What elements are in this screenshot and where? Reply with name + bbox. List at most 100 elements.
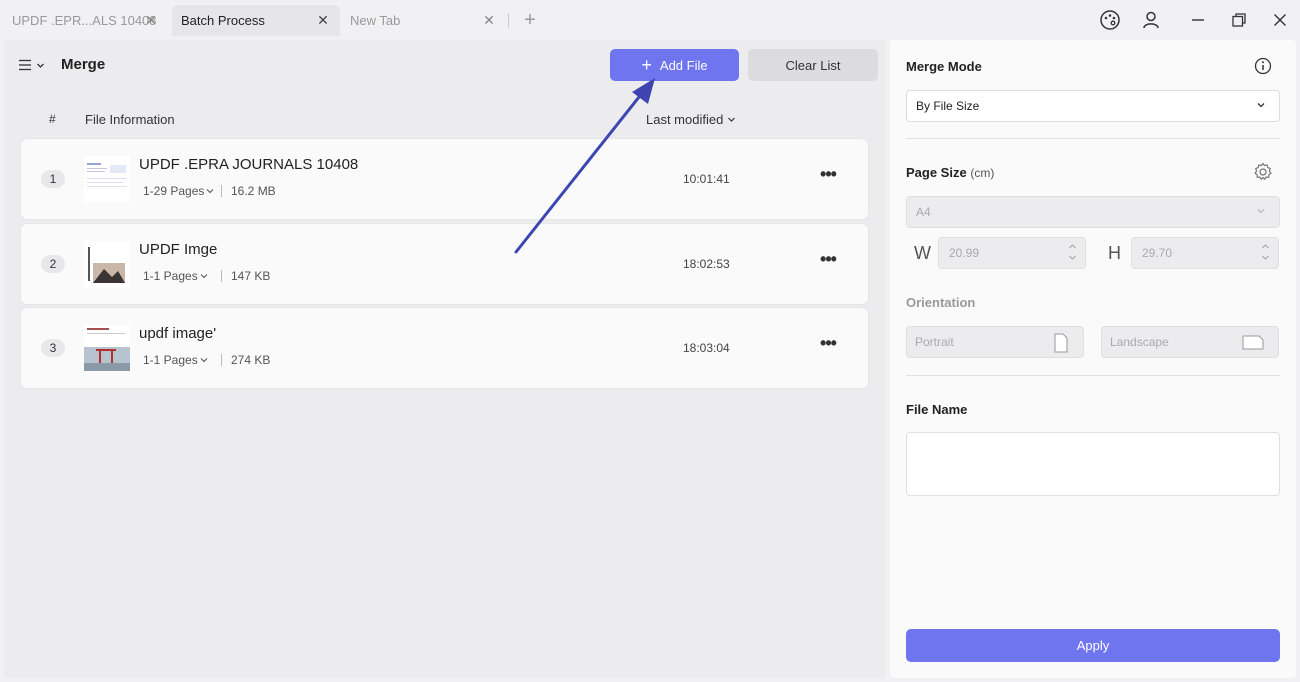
divider: [221, 354, 222, 366]
chevron-up-icon: [1069, 244, 1076, 249]
chevron-down-icon: [1069, 255, 1076, 260]
info-icon[interactable]: [1253, 56, 1273, 76]
restore-icon[interactable]: [1227, 8, 1251, 32]
chevron-down-icon: [37, 63, 44, 68]
height-stepper[interactable]: [1261, 243, 1270, 261]
divider: [906, 138, 1280, 139]
chevron-down-icon: [728, 117, 736, 122]
page-range-dropdown[interactable]: 1-1 Pages: [143, 353, 208, 367]
modified-time: 18:02:53: [683, 257, 730, 271]
file-name-input[interactable]: [906, 432, 1280, 496]
tab-label: Batch Process: [181, 13, 265, 28]
file-size: 16.2 MB: [231, 184, 276, 198]
page-range: 1-1 Pages: [143, 353, 198, 367]
file-size: 147 KB: [231, 269, 271, 283]
table-row[interactable]: 2 UPDF Imge 1-1 Pages 147 KB 18:02:53 ••…: [21, 224, 868, 304]
row-number: 1: [41, 170, 65, 188]
page-size-label: Page Size: [906, 165, 967, 180]
portrait-button[interactable]: Portrait: [906, 326, 1084, 358]
row-number: 2: [41, 255, 65, 273]
divider: [221, 185, 222, 197]
file-name: UPDF Imge: [139, 241, 218, 258]
merge-settings-panel: Merge Mode By File Size Page Size (cm) A…: [890, 40, 1296, 678]
height-value: 29.70: [1142, 246, 1173, 260]
chevron-down-icon: [1262, 255, 1269, 260]
width-stepper[interactable]: [1068, 243, 1077, 261]
chevron-down-icon: [1257, 103, 1265, 108]
new-tab-plus-icon[interactable]: +: [520, 10, 540, 30]
table-row[interactable]: 3 updf image' 1-1 Pages 274 KB 18:03:04 …: [21, 308, 868, 388]
page-range-dropdown[interactable]: 1-1 Pages: [143, 269, 208, 283]
column-header-number: #: [49, 112, 56, 126]
height-label: H: [1108, 243, 1121, 263]
page-size-unit: (cm): [970, 166, 995, 180]
merge-mode-value: By File Size: [916, 99, 980, 113]
clear-list-button[interactable]: Clear List: [748, 49, 878, 81]
row-number: 3: [41, 339, 65, 357]
close-tab-icon[interactable]: ✕: [142, 11, 160, 29]
landscape-page-icon: [1242, 335, 1264, 350]
add-file-button[interactable]: + Add File: [610, 49, 739, 81]
file-size: 274 KB: [231, 353, 271, 367]
page-size-select[interactable]: A4: [906, 196, 1280, 228]
more-options-icon[interactable]: •••: [817, 165, 839, 187]
page-range: 1-29 Pages: [143, 184, 205, 198]
table-row[interactable]: 1 UPDF .EPRA JOURNALS 10408 1-29 Pages 1…: [21, 139, 868, 219]
divider: [221, 270, 222, 282]
width-label: W: [914, 243, 931, 263]
tab-new-tab[interactable]: New Tab ✕: [342, 5, 506, 36]
width-value: 20.99: [949, 246, 980, 260]
tab-batch-process[interactable]: Batch Process ✕: [172, 5, 340, 36]
chevron-up-icon: [1262, 244, 1269, 249]
more-options-icon[interactable]: •••: [817, 250, 839, 272]
file-thumbnail: [84, 325, 130, 371]
hamburger-icon: [19, 59, 31, 71]
gear-icon[interactable]: [1252, 161, 1274, 183]
chevron-down-icon: [200, 274, 208, 279]
user-icon[interactable]: [1139, 8, 1163, 32]
page-title: Merge: [61, 56, 106, 73]
orientation-label: Orientation: [906, 295, 976, 310]
plus-icon: +: [641, 55, 652, 75]
landscape-button[interactable]: Landscape: [1101, 326, 1279, 358]
landscape-label: Landscape: [1110, 335, 1169, 349]
divider: [906, 375, 1280, 376]
add-file-label: Add File: [659, 57, 708, 73]
column-header-file-information: File Information: [85, 112, 175, 127]
file-list-panel: Merge + Add File Clear List # File Infor…: [4, 40, 886, 678]
portrait-page-icon: [1054, 333, 1068, 353]
minimize-icon[interactable]: [1186, 8, 1210, 32]
chevron-down-icon: [1257, 209, 1265, 214]
merge-mode-select[interactable]: By File Size: [906, 90, 1280, 122]
apply-button[interactable]: Apply: [906, 629, 1280, 662]
merge-mode-label: Merge Mode: [906, 59, 982, 74]
page-range-dropdown[interactable]: 1-29 Pages: [143, 184, 214, 198]
modified-time: 10:01:41: [683, 172, 730, 186]
column-header-last-modified: Last modified: [646, 112, 724, 127]
tab-label: UPDF .EPR...ALS 10408: [12, 13, 157, 28]
file-thumbnail: [84, 241, 130, 287]
width-input[interactable]: 20.99: [938, 237, 1086, 269]
menu-button[interactable]: [18, 54, 52, 76]
sort-last-modified[interactable]: Last modified: [646, 112, 736, 127]
file-thumbnail: [84, 156, 130, 202]
page-size-value: A4: [916, 205, 931, 219]
file-name: updf image': [139, 325, 217, 342]
tab-updf-epra-journals[interactable]: UPDF .EPR...ALS 10408 ✕: [0, 5, 168, 36]
page-size-heading: Page Size (cm): [906, 165, 994, 180]
tab-divider: [508, 13, 509, 28]
portrait-label: Portrait: [915, 335, 954, 349]
file-name: UPDF .EPRA JOURNALS 10408: [139, 156, 359, 173]
close-tab-icon[interactable]: ✕: [480, 11, 498, 29]
tab-bar: UPDF .EPR...ALS 10408 ✕ Batch Process ✕ …: [0, 0, 1300, 40]
palette-icon[interactable]: [1098, 8, 1122, 32]
close-icon[interactable]: [1268, 8, 1292, 32]
close-tab-icon[interactable]: ✕: [314, 11, 332, 29]
more-options-icon[interactable]: •••: [817, 334, 839, 356]
modified-time: 18:03:04: [683, 341, 730, 355]
file-name-label: File Name: [906, 402, 968, 417]
height-input[interactable]: 29.70: [1131, 237, 1279, 269]
chevron-down-icon: [200, 358, 208, 363]
page-range: 1-1 Pages: [143, 269, 198, 283]
tab-label: New Tab: [350, 13, 401, 28]
